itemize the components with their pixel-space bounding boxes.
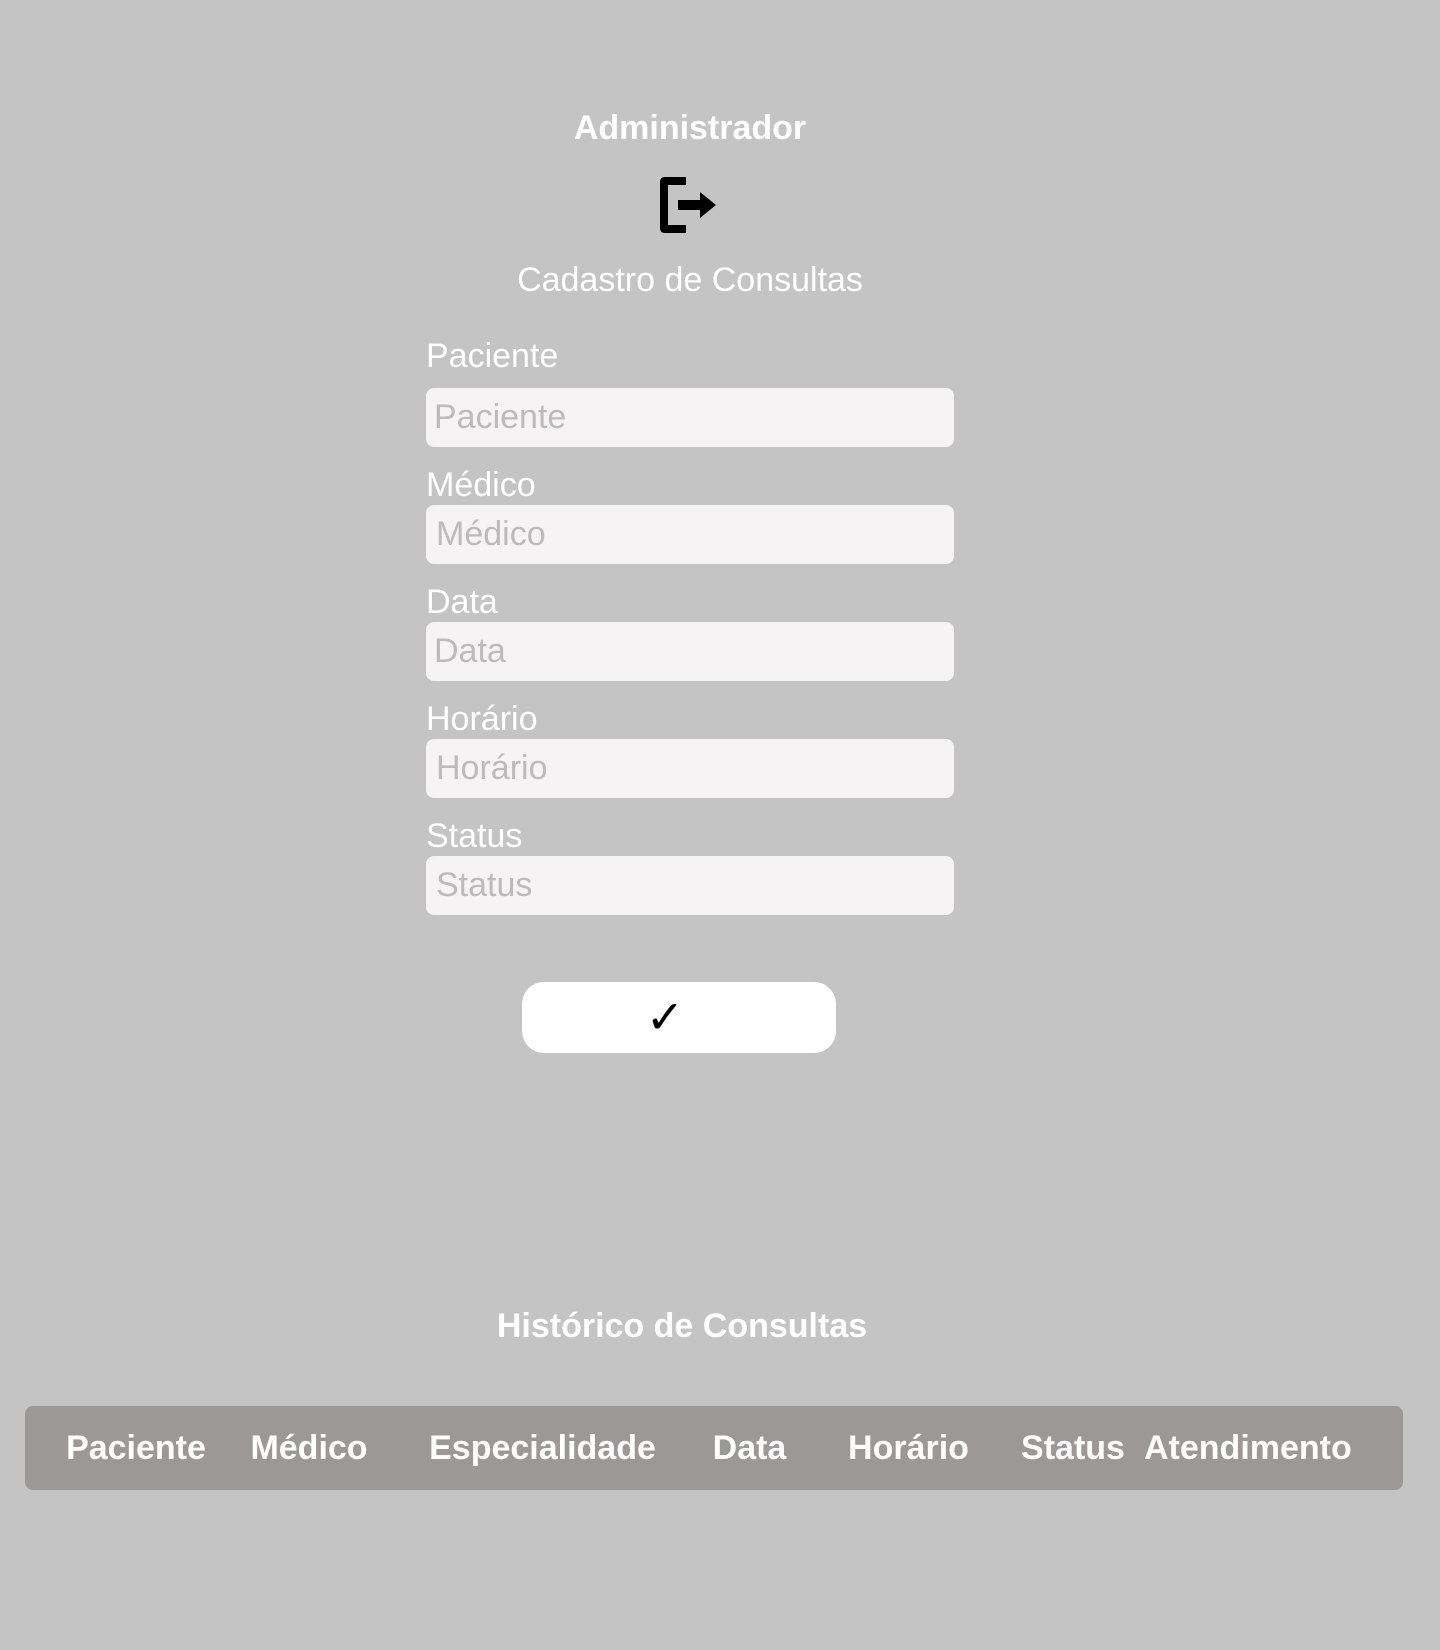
- date-input[interactable]: [426, 622, 954, 681]
- appointment-form: Paciente Médico Data Horário Status: [426, 336, 954, 933]
- submit-button[interactable]: ✓: [522, 982, 836, 1053]
- logout-icon: [660, 177, 716, 233]
- column-header-doctor: Médico: [250, 1428, 368, 1467]
- table-header-row: Paciente Médico Especialidade Data Horár…: [25, 1406, 1403, 1490]
- time-label: Horário: [426, 700, 538, 738]
- doctor-input[interactable]: [426, 505, 954, 564]
- column-header-date: Data: [712, 1428, 787, 1467]
- column-header-status: Status: [1021, 1428, 1125, 1467]
- column-header-specialty: Especialidade: [429, 1428, 656, 1467]
- column-header-attendance: Atendimento: [1144, 1428, 1352, 1467]
- history-table: Paciente Médico Especialidade Data Horár…: [25, 1406, 1403, 1490]
- doctor-label: Médico: [426, 466, 536, 504]
- status-label: Status: [426, 817, 523, 855]
- patient-label: Paciente: [426, 337, 559, 375]
- status-input[interactable]: [426, 856, 954, 915]
- check-icon: ✓: [645, 990, 685, 1044]
- patient-input[interactable]: [426, 388, 954, 447]
- column-header-time: Horário: [848, 1428, 969, 1467]
- history-title: Histórico de Consultas: [496, 1307, 868, 1345]
- date-label: Data: [426, 583, 498, 621]
- column-header-patient: Paciente: [66, 1428, 206, 1467]
- form-title: Cadastro de Consultas: [517, 261, 863, 299]
- user-title: Administrador: [573, 109, 807, 147]
- logout-button[interactable]: [656, 172, 720, 238]
- time-input[interactable]: [426, 739, 954, 798]
